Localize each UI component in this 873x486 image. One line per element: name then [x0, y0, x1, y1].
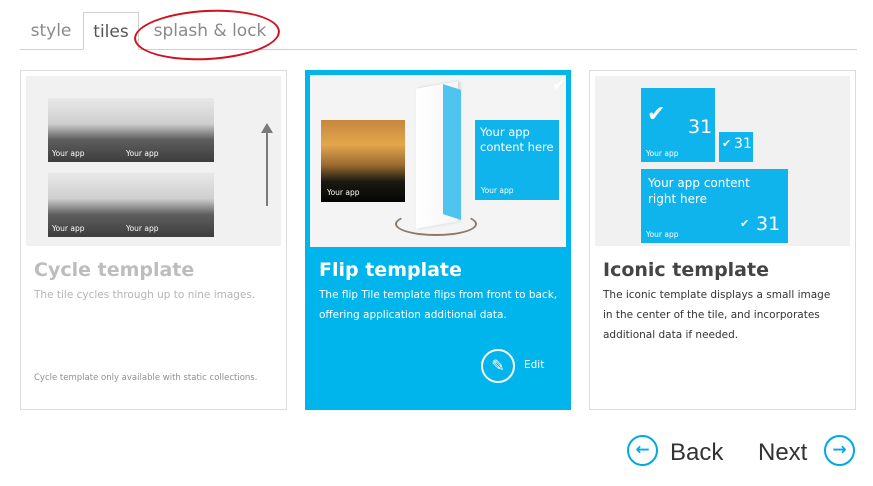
- next-label: Next: [758, 439, 808, 466]
- card-title: Iconic template: [603, 259, 769, 281]
- check-icon: ✔: [740, 217, 750, 230]
- wide-tile-text: Your app content right here: [648, 176, 750, 206]
- check-icon: ✔: [552, 76, 565, 94]
- tile-label: Your app: [646, 230, 679, 239]
- back-tile: Your app content here Your app: [475, 120, 559, 200]
- flip-preview: Your app Your app content here Your app: [310, 75, 566, 247]
- arrow-left-circle-icon: ←: [627, 435, 658, 466]
- cycle-preview: Your app Your app Your app Your app: [26, 76, 281, 246]
- back-tile-text: Your app content here: [480, 125, 554, 154]
- tile-label: Your app: [481, 186, 514, 195]
- flip-template-card[interactable]: Your app Your app content here Your app …: [305, 70, 571, 410]
- card-description: The flip Tile template flips from front …: [319, 289, 558, 321]
- back-button[interactable]: ← Back: [627, 435, 727, 473]
- pencil-icon[interactable]: ✎: [481, 349, 515, 383]
- cycle-template-card[interactable]: Your app Your app Your app Your app Cycl…: [20, 70, 287, 410]
- card-title: Flip template: [319, 259, 462, 281]
- count: 31: [756, 213, 781, 235]
- tab-tiles[interactable]: tiles: [83, 12, 139, 50]
- flipping-tile-edge: [443, 84, 461, 220]
- back-label: Back: [670, 439, 724, 466]
- tab-divider: [20, 49, 857, 50]
- tile-label: Your app: [126, 149, 159, 158]
- next-button[interactable]: Next →: [758, 435, 858, 473]
- tile-label: Your app: [52, 149, 85, 158]
- iconic-medium-tile: ✔ 31 Your app: [641, 88, 715, 162]
- iconic-template-card[interactable]: ✔ 31 Your app ✔ 31 Your app content righ…: [589, 70, 856, 410]
- front-tile-photo: Your app: [321, 120, 405, 202]
- card-description: The iconic template displays a small ima…: [603, 289, 831, 341]
- tile-label: Your app: [52, 224, 85, 233]
- rotation-arrow-icon: [395, 212, 477, 236]
- tile-label: Your app: [126, 224, 159, 233]
- card-description: The tile cycles through up to nine image…: [34, 289, 256, 301]
- check-icon: ✔: [647, 102, 666, 127]
- count: 31: [688, 116, 713, 138]
- tab-style[interactable]: style: [20, 12, 82, 49]
- edit-button-label[interactable]: Edit: [524, 359, 544, 371]
- count: 31: [734, 136, 752, 152]
- iconic-preview: ✔ 31 Your app ✔ 31 Your app content righ…: [595, 76, 850, 246]
- tile-label: Your app: [327, 188, 360, 197]
- tab-splash-lock[interactable]: splash & lock: [140, 12, 280, 49]
- cycle-tile: Your app: [122, 173, 214, 237]
- card-title: Cycle template: [34, 259, 195, 281]
- iconic-wide-tile: Your app content right here ✔ 31 Your ap…: [641, 169, 788, 243]
- check-icon: ✔: [722, 137, 732, 150]
- iconic-small-tile: ✔ 31: [719, 132, 753, 162]
- card-note: Cycle template only available with stati…: [34, 373, 258, 383]
- tile-label: Your app: [646, 149, 679, 158]
- tab-bar: style tiles splash & lock: [20, 12, 857, 50]
- cycle-tile: Your app: [122, 98, 214, 162]
- arrow-up-icon: [261, 123, 273, 206]
- arrow-right-circle-icon: →: [824, 435, 855, 466]
